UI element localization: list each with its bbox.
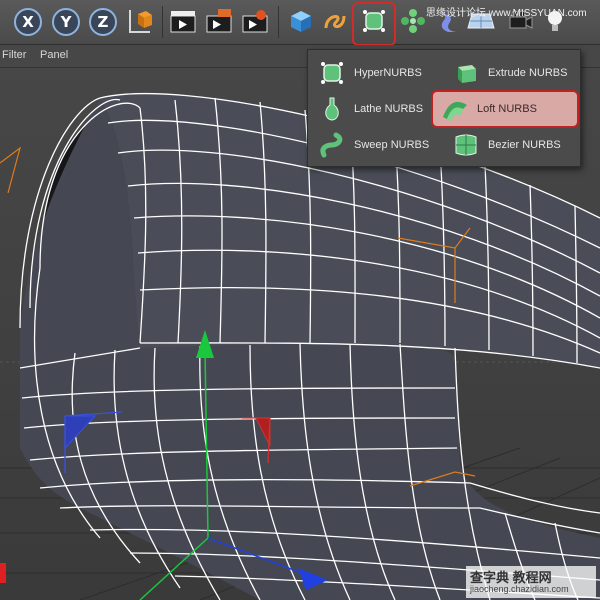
menu-item-sweep-nurbs[interactable]: Sweep NURBS <box>310 128 444 162</box>
array-icon <box>401 9 425 33</box>
extrude-nurbs-icon <box>458 65 476 83</box>
menu-item-label: Extrude NURBS <box>488 67 568 79</box>
axis-z-label: Z <box>97 13 109 31</box>
coordinate-system-button[interactable] <box>124 6 154 36</box>
render-view-button[interactable] <box>168 6 198 36</box>
menu-item-loft-nurbs[interactable]: Loft NURBS <box>431 90 579 128</box>
hypernurbs-icon <box>321 62 343 84</box>
main-toolbar: X Y Z 思缘设计论坛 www.MISSYUAN.com <box>0 0 600 46</box>
menu-item-label: Bezier NURBS <box>488 139 561 151</box>
loft-nurbs-icon <box>443 101 467 121</box>
watermark-bottom: 查字典 教程网 jiaocheng.chazidian.com <box>466 566 596 598</box>
menu-item-label: Loft NURBS <box>477 103 537 115</box>
nurbs-button-highlight <box>352 2 396 46</box>
lathe-nurbs-icon <box>325 97 339 121</box>
lock-axis-y-button[interactable]: Y <box>52 8 80 36</box>
cube-button[interactable] <box>286 6 316 36</box>
spline-button[interactable] <box>320 6 350 36</box>
render-settings-icon <box>242 10 268 33</box>
render-settings-button[interactable] <box>240 6 270 36</box>
cube-icon <box>291 11 311 32</box>
array-button[interactable] <box>398 6 428 36</box>
menu-item-lathe-nurbs[interactable]: Lathe NURBS <box>310 92 444 126</box>
menu-panel[interactable]: Panel <box>40 49 68 61</box>
menu-item-hypernurbs[interactable]: HyperNURBS <box>310 56 444 90</box>
sweep-nurbs-icon <box>320 132 343 158</box>
menu-item-label: Sweep NURBS <box>354 139 430 151</box>
axis-x-label: X <box>22 13 34 31</box>
lock-axis-z-button[interactable]: Z <box>89 8 117 36</box>
lock-axis-x-button[interactable]: X <box>14 8 42 36</box>
nurbs-popup-menu: HyperNURBS Extrude NURBS Lathe NURBS Lof… <box>307 49 581 167</box>
watermark-top: 思缘设计论坛 www.MISSYUAN.com <box>426 8 587 19</box>
menu-item-label: Lathe NURBS <box>354 103 424 115</box>
coordinate-system-icon <box>129 10 152 33</box>
menu-item-bezier-nurbs[interactable]: Bezier NURBS <box>444 128 578 162</box>
render-view-icon <box>170 11 196 33</box>
bezier-nurbs-icon <box>455 134 477 156</box>
menu-filter[interactable]: Filter <box>2 49 26 61</box>
render-picture-viewer-button[interactable] <box>204 6 234 36</box>
render-picture-viewer-icon <box>206 9 232 33</box>
watermark-bottom-url: jiaocheng.chazidian.com <box>470 584 569 594</box>
spline-icon <box>324 15 346 29</box>
menu-item-extrude-nurbs[interactable]: Extrude NURBS <box>444 56 578 90</box>
axis-y-label: Y <box>60 13 72 31</box>
menu-item-label: HyperNURBS <box>354 67 422 79</box>
